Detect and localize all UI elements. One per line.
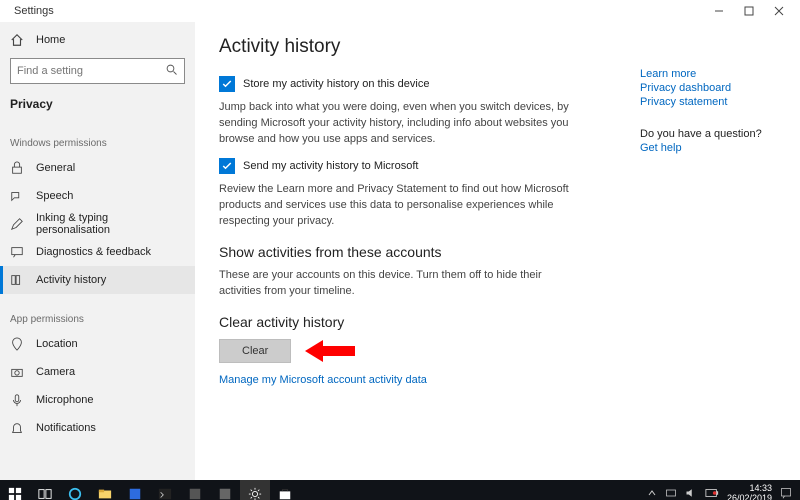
learn-more-link[interactable]: Learn more [640,68,780,80]
sidebar-item-label: General [36,162,75,174]
sidebar-section-privacy: Privacy [0,90,195,118]
tray-volume-icon[interactable] [685,487,697,500]
sidebar-group-app: App permissions [0,302,195,330]
annotation-arrow-icon [305,338,355,364]
sidebar-item-label: Activity history [36,274,106,286]
sidebar-item-location[interactable]: Location [0,330,195,358]
sidebar-item-label: Microphone [36,394,93,406]
microphone-icon [10,393,24,407]
privacy-statement-link[interactable]: Privacy statement [640,96,780,108]
tray-action-center-icon[interactable] [780,487,792,500]
lock-icon [10,161,24,175]
sidebar-item-notifications[interactable]: Notifications [0,414,195,442]
tray-battery-icon[interactable] [705,488,719,500]
clear-heading: Clear activity history [219,314,620,330]
sidebar-item-label: Speech [36,190,73,202]
privacy-dashboard-link[interactable]: Privacy dashboard [640,82,780,94]
page-title: Activity history [219,36,620,58]
feedback-icon [10,245,24,259]
question-label: Do you have a question? [640,128,780,140]
taskbar-explorer[interactable] [90,480,120,500]
window-title: Settings [14,5,704,17]
taskbar-app3[interactable] [210,480,240,500]
close-button[interactable] [764,1,794,21]
sidebar-home[interactable]: Home [0,26,195,54]
tray-date: 26/02/2019 [727,494,772,500]
home-icon [10,33,24,47]
tray-up-icon[interactable] [647,488,657,500]
camera-icon [10,365,24,379]
tray-network-icon[interactable] [665,487,677,500]
checkbox-send-label: Send my activity history to Microsoft [243,160,418,172]
search-box[interactable] [10,58,185,84]
sidebar-item-label: Location [36,338,78,350]
bell-icon [10,421,24,435]
taskbar-edge[interactable] [60,480,90,500]
store-description: Jump back into what you were doing, even… [219,100,579,148]
checkbox-send-history[interactable] [219,158,235,174]
sidebar-item-diagnostics[interactable]: Diagnostics & feedback [0,238,195,266]
start-button[interactable] [0,480,30,500]
sidebar-item-microphone[interactable]: Microphone [0,386,195,414]
accounts-heading: Show activities from these accounts [219,244,620,260]
pen-icon [10,217,24,231]
manage-link[interactable]: Manage my Microsoft account activity dat… [219,374,620,386]
sidebar-item-label: Notifications [36,422,96,434]
task-view-button[interactable] [30,480,60,500]
taskbar: 14:33 26/02/2019 [0,480,800,500]
taskbar-app[interactable] [120,480,150,500]
sidebar-item-activity-history[interactable]: Activity history [0,266,195,294]
history-icon [10,273,24,287]
checkbox-store-label: Store my activity history on this device [243,78,429,90]
sidebar-item-label: Diagnostics & feedback [36,246,151,258]
get-help-link[interactable]: Get help [640,142,780,154]
clear-button[interactable]: Clear [219,339,291,363]
taskbar-terminal[interactable] [150,480,180,500]
speech-icon [10,189,24,203]
sidebar-home-label: Home [36,34,65,46]
sidebar: Home Privacy Windows permissions General… [0,22,195,480]
sidebar-group-windows: Windows permissions [0,126,195,154]
sidebar-item-inking[interactable]: Inking & typing personalisation [0,210,195,238]
checkbox-store-history[interactable] [219,76,235,92]
minimize-button[interactable] [704,1,734,21]
sidebar-item-label: Camera [36,366,75,378]
maximize-button[interactable] [734,1,764,21]
tray-clock[interactable]: 14:33 26/02/2019 [727,484,772,500]
taskbar-store[interactable] [270,480,300,500]
location-icon [10,337,24,351]
sidebar-item-label: Inking & typing personalisation [36,212,185,236]
sidebar-item-camera[interactable]: Camera [0,358,195,386]
search-icon [166,64,178,79]
search-input[interactable] [17,65,166,77]
send-description: Review the Learn more and Privacy Statem… [219,182,579,230]
taskbar-app2[interactable] [180,480,210,500]
accounts-description: These are your accounts on this device. … [219,268,579,300]
taskbar-settings-active[interactable] [240,480,270,500]
sidebar-item-speech[interactable]: Speech [0,182,195,210]
sidebar-item-general[interactable]: General [0,154,195,182]
